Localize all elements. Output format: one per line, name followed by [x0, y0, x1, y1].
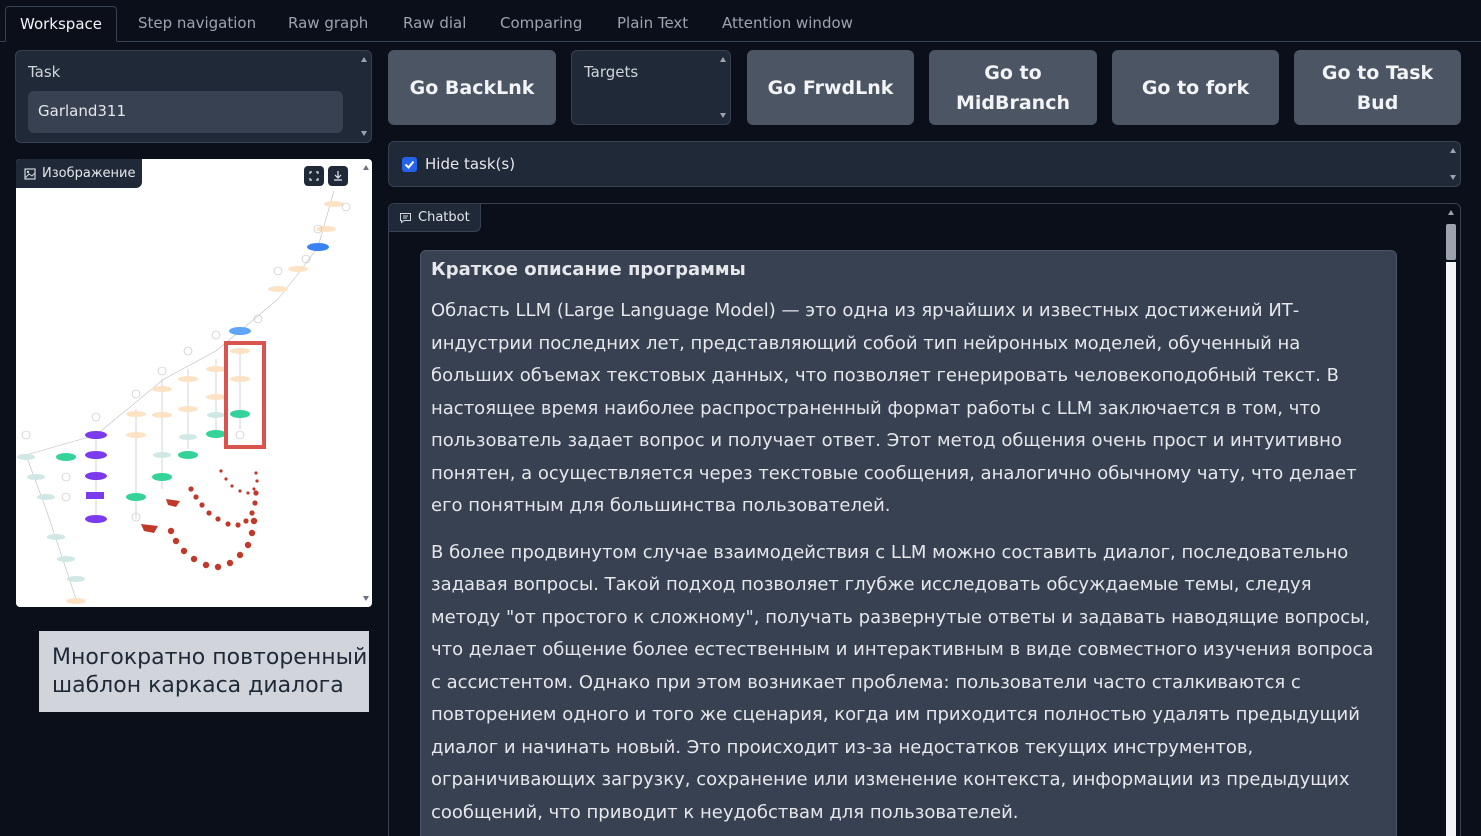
checkmark-icon [404, 160, 415, 169]
dialog-graph [17, 190, 351, 604]
hide-tasks-label: Hide task(s) [425, 155, 516, 173]
tab-raw-dial[interactable]: Raw dial [401, 6, 468, 42]
targets-scrollbar[interactable] [718, 55, 728, 120]
targets-panel: Targets [571, 50, 731, 125]
task-scrollbar[interactable] [359, 55, 369, 138]
go-to-task-bud-button[interactable]: Go to Task Bud [1294, 50, 1461, 125]
targets-label: Targets [584, 63, 639, 81]
graph-image-panel: Изображение [16, 159, 372, 607]
tab-workspace[interactable]: Workspace [5, 6, 117, 42]
task-input[interactable]: Garland311 [28, 91, 343, 133]
chat-message: Краткое описание программы Область LLM (… [420, 250, 1397, 836]
tab-step-navigation[interactable]: Step navigation [136, 6, 258, 42]
task-label: Task [28, 63, 61, 81]
hide-tasks-panel: Hide task(s) [388, 141, 1461, 187]
go-to-midbranch-button[interactable]: Go to MidBranch [929, 50, 1097, 125]
hide-tasks-checkbox[interactable] [402, 157, 417, 172]
hide-tasks-scrollbar[interactable] [1448, 146, 1458, 182]
tab-attention-window[interactable]: Attention window [720, 6, 855, 42]
tab-bar: Workspace Step navigation Raw graph Raw … [0, 0, 1481, 42]
message-paragraph-2: В более продвинутом случае взаимодействи… [431, 541, 1374, 823]
highlight-box [224, 341, 266, 449]
chat-icon [400, 212, 411, 224]
caption-annotation: Многократно повторенный шаблон каркаса д… [39, 631, 369, 712]
chatbot-scroll-thumb[interactable] [1446, 224, 1456, 260]
message-paragraph-1: Область LLM (Large Language Model) — это… [431, 300, 1357, 516]
chatbot-label-chip: Chatbot [389, 204, 481, 232]
image-scrollbar[interactable] [361, 163, 371, 603]
chatbot-label: Chatbot [418, 210, 470, 225]
chatbot-scrollbar[interactable] [1444, 208, 1458, 836]
message-heading: Краткое описание программы [431, 259, 746, 280]
go-backlink-button[interactable]: Go BackLnk [388, 50, 556, 125]
go-forwardlink-button[interactable]: Go FrwdLnk [747, 50, 914, 125]
tab-comparing[interactable]: Comparing [498, 6, 584, 42]
tab-plain-text[interactable]: Plain Text [615, 6, 690, 42]
tab-raw-graph[interactable]: Raw graph [286, 6, 370, 42]
task-panel: Task Garland311 [15, 50, 372, 143]
go-to-fork-button[interactable]: Go to fork [1112, 50, 1279, 125]
